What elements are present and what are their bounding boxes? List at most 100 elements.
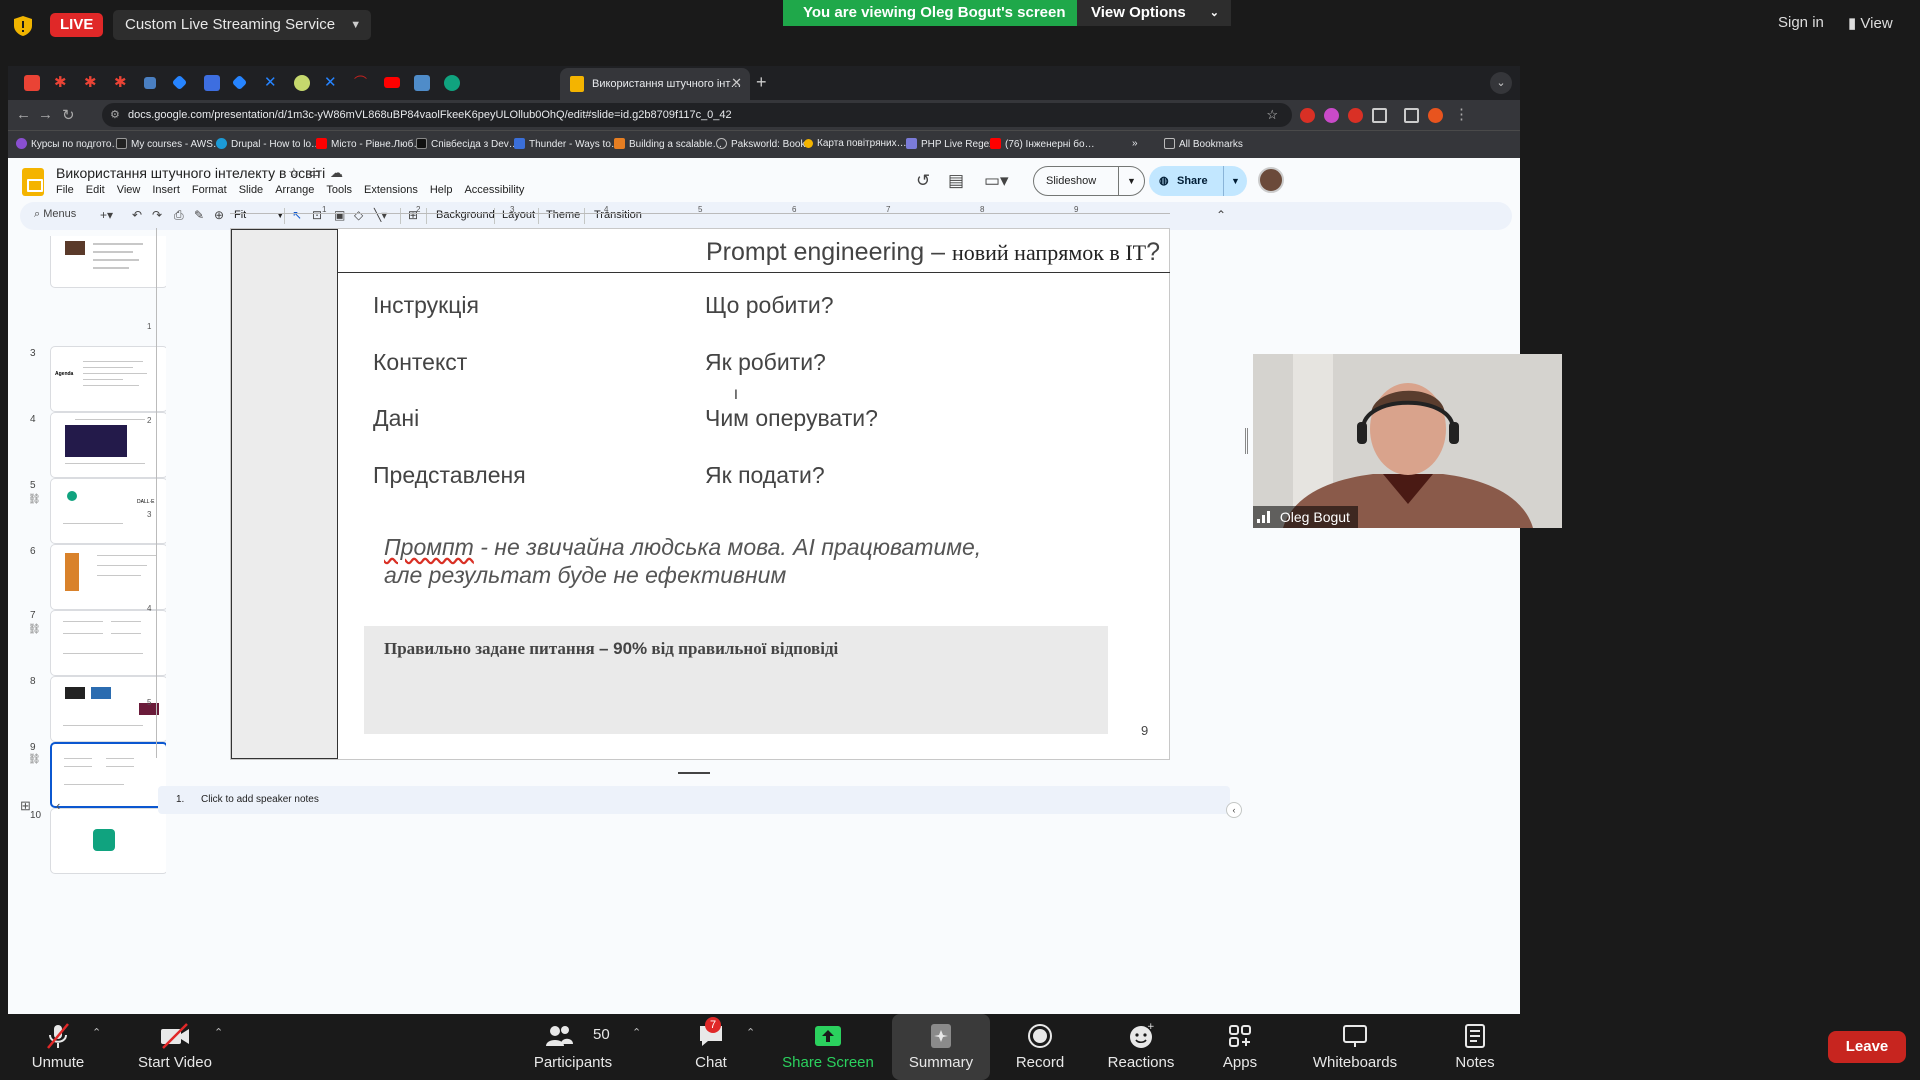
asterisk-favicon-icon[interactable]: ✱ xyxy=(54,75,70,91)
shield-favicon-icon[interactable] xyxy=(204,75,220,91)
menus-search[interactable]: ⌕ Menus xyxy=(34,208,76,221)
new-slide-icon[interactable]: +▾ xyxy=(100,208,113,222)
undo-icon[interactable]: ↶ xyxy=(132,208,142,222)
menu-tools[interactable]: Tools xyxy=(326,184,352,196)
close-tab-icon[interactable]: ✕ xyxy=(731,75,742,91)
chat-caret-icon[interactable]: ⌃ xyxy=(746,1026,755,1039)
meet-camera-icon[interactable]: ▭▾ xyxy=(984,171,1009,191)
extension-icon[interactable] xyxy=(1324,108,1339,123)
theme-button[interactable]: Theme xyxy=(546,209,580,221)
chevron-down-icon[interactable]: ▼ xyxy=(1118,167,1144,195)
star-icon[interactable]: ☆ xyxy=(288,165,309,180)
bookmark-item[interactable]: Drupal - How to lo… xyxy=(216,138,321,150)
side-panel-toggle-icon[interactable]: ‹ xyxy=(1226,802,1242,818)
start-video-button[interactable]: Start Video xyxy=(130,1014,220,1080)
site-info-icon[interactable]: ⚙ xyxy=(110,103,120,127)
menu-help[interactable]: Help xyxy=(430,184,453,196)
confluence-favicon-icon[interactable]: ✕ xyxy=(264,75,280,91)
text-box-icon[interactable]: ⊡ xyxy=(312,208,322,222)
transition-button[interactable]: Transition xyxy=(594,209,642,221)
browser-menu-icon[interactable]: ⋮ xyxy=(1454,105,1469,123)
chevron-down-icon[interactable]: ▼ xyxy=(1223,166,1247,196)
row-label-context[interactable]: Контекст xyxy=(373,349,467,376)
grid-view-icon[interactable]: ⊞ xyxy=(20,798,31,814)
select-cursor-icon[interactable]: ↖ xyxy=(292,208,302,222)
reload-icon[interactable]: ↻ xyxy=(62,106,75,124)
participant-video[interactable]: Oleg Bogut xyxy=(1253,354,1562,528)
bookmark-item[interactable]: Thunder - Ways to… xyxy=(514,138,621,150)
print-icon[interactable]: ⎙ xyxy=(174,208,184,223)
bookmark-item[interactable]: Paksworld: Books xyxy=(716,138,810,150)
side-panel-icon[interactable] xyxy=(1404,108,1419,123)
row-question-present[interactable]: Як подати? xyxy=(705,462,825,489)
summary-button[interactable]: Summary xyxy=(892,1014,990,1080)
forward-arrow-icon[interactable]: → xyxy=(38,106,53,123)
panel-resize-handle[interactable] xyxy=(1245,428,1248,454)
extension-icon[interactable] xyxy=(1300,108,1315,123)
menu-arrange[interactable]: Arrange xyxy=(275,184,314,196)
tab-favicon-icon[interactable] xyxy=(24,75,40,91)
tab-favicon-icon[interactable]: ⌒ xyxy=(354,75,370,91)
share-screen-button[interactable]: Share Screen xyxy=(778,1014,878,1080)
slide-italic-note[interactable]: Промпт - не звичайна людська мова. AI пр… xyxy=(384,533,981,589)
slide-thumbnail[interactable] xyxy=(50,808,166,874)
bookmark-item[interactable]: My courses - AWS… xyxy=(116,138,223,150)
notes-resize-handle[interactable] xyxy=(678,772,710,774)
menu-format[interactable]: Format xyxy=(192,184,227,196)
menu-edit[interactable]: Edit xyxy=(86,184,105,196)
user-avatar[interactable] xyxy=(1258,167,1284,193)
redo-icon[interactable]: ↷ xyxy=(152,208,162,222)
slide-title[interactable]: Prompt engineering – новий напрямок в IT… xyxy=(706,238,1160,267)
row-question-what[interactable]: Що робити? xyxy=(705,292,834,319)
layout-button[interactable]: Layout xyxy=(502,209,535,221)
chatgpt-favicon-icon[interactable] xyxy=(444,75,460,91)
menu-extensions[interactable]: Extensions xyxy=(364,184,418,196)
slide-thumbnail[interactable] xyxy=(50,610,166,676)
back-arrow-icon[interactable]: ← xyxy=(16,106,31,123)
collapse-filmstrip-icon[interactable]: ‹ xyxy=(56,798,60,813)
jira-favicon-icon[interactable] xyxy=(171,74,188,91)
slide-9[interactable]: Prompt engineering – новий напрямок в IT… xyxy=(230,228,1170,760)
chat-button[interactable]: 7 Chat xyxy=(678,1014,744,1080)
record-button[interactable]: Record xyxy=(1002,1014,1078,1080)
audio-options-caret-icon[interactable]: ⌃ xyxy=(92,1026,101,1039)
confluence-favicon-icon[interactable]: ✕ xyxy=(324,75,340,91)
adblock-extension-icon[interactable] xyxy=(1348,108,1363,123)
asterisk-favicon-icon[interactable]: ✱ xyxy=(84,75,100,91)
zoom-select[interactable]: Fit ▼ xyxy=(234,209,284,221)
tab-favicon-icon[interactable] xyxy=(144,77,156,89)
bookmark-item[interactable]: Building a scalable… xyxy=(614,138,722,150)
shape-icon[interactable]: ◇ xyxy=(354,208,363,222)
asterisk-favicon-icon[interactable]: ✱ xyxy=(114,75,130,91)
slides-logo-icon[interactable] xyxy=(22,168,44,196)
tab-search-icon[interactable]: ⌄ xyxy=(1490,72,1512,94)
bookmark-item[interactable]: PHP Live Regex xyxy=(906,138,994,150)
security-shield-icon[interactable] xyxy=(14,16,32,36)
collapse-toolbar-icon[interactable]: ⌃ xyxy=(1216,208,1226,222)
jira-favicon-icon[interactable] xyxy=(231,74,248,91)
apps-button[interactable]: Apps xyxy=(1210,1014,1270,1080)
all-bookmarks-folder[interactable]: All Bookmarks xyxy=(1164,138,1243,150)
slide-thumbnail-selected[interactable] xyxy=(50,742,166,808)
image-icon[interactable]: ▣ xyxy=(334,208,345,222)
bookmark-item[interactable]: Карта повітряних… xyxy=(804,138,907,149)
menu-slide[interactable]: Slide xyxy=(239,184,263,196)
slide-thumbnail[interactable]: Agenda xyxy=(50,346,166,412)
view-options-button[interactable]: View Options ⌄ xyxy=(1077,0,1231,26)
slide-thumbnail[interactable] xyxy=(50,544,166,610)
notes-button[interactable]: Notes xyxy=(1440,1014,1510,1080)
more-bookmarks-icon[interactable]: » xyxy=(1132,138,1138,149)
slideshow-button[interactable]: Slideshow ▼ xyxy=(1033,166,1145,196)
reactions-button[interactable]: + Reactions xyxy=(1096,1014,1186,1080)
move-folder-icon[interactable]: ▭ xyxy=(309,165,330,180)
bookmark-item[interactable]: Співбесіда з Dev… xyxy=(416,138,519,150)
participants-caret-icon[interactable]: ⌃ xyxy=(632,1026,641,1039)
participants-button[interactable]: Participants xyxy=(528,1014,618,1080)
bookmark-item[interactable]: Місто - Рівне.Люб… xyxy=(316,138,423,150)
tab-favicon-icon[interactable] xyxy=(294,75,310,91)
zoom-icon[interactable]: ⊕ xyxy=(214,208,224,222)
sign-in-link[interactable]: Sign in xyxy=(1778,14,1824,31)
cloud-status-icon[interactable]: ☁ xyxy=(330,165,352,180)
profile-icon[interactable] xyxy=(1428,108,1443,123)
video-options-caret-icon[interactable]: ⌃ xyxy=(214,1026,223,1039)
